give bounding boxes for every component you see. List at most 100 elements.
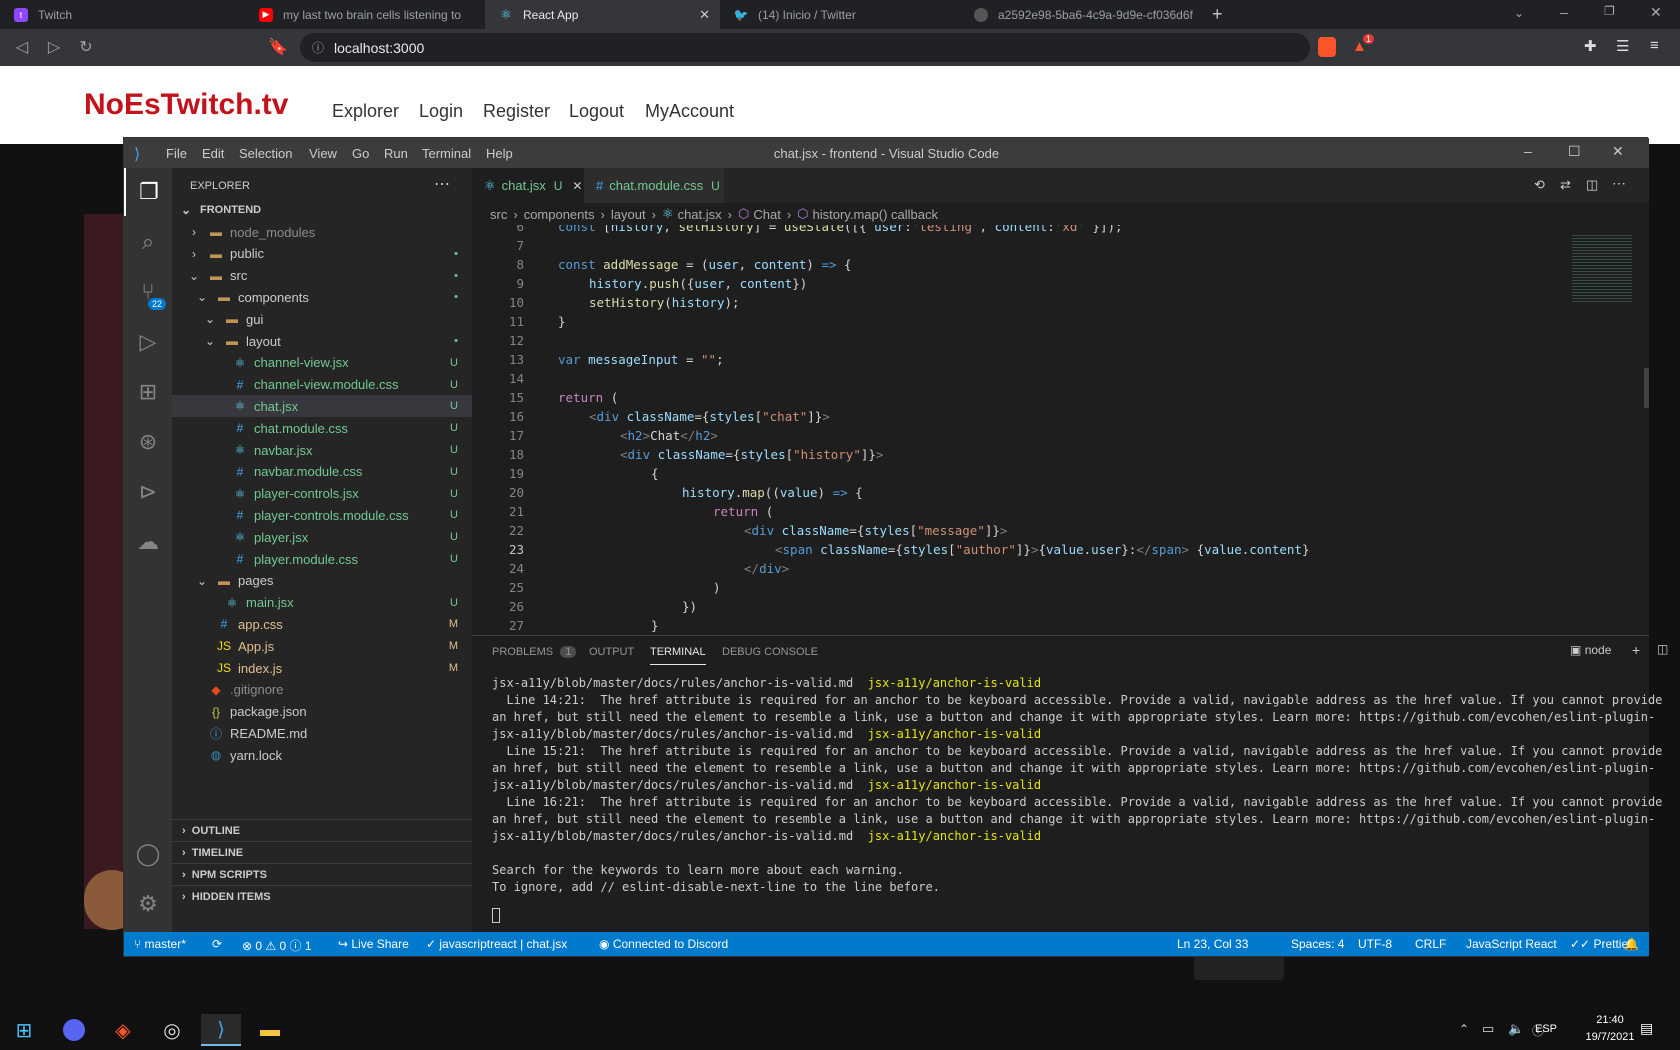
site-logo[interactable]: NoEsTwitch.tv bbox=[84, 88, 288, 122]
nav-explorer-link[interactable]: Explorer bbox=[332, 101, 399, 122]
prettier-status[interactable]: ✓✓ Prettier bbox=[1570, 937, 1632, 951]
file-item[interactable]: JS App.js M bbox=[172, 635, 472, 657]
vscode-taskbar-icon[interactable]: ⟩ bbox=[201, 1014, 241, 1046]
vscode-close-button[interactable]: ✕ bbox=[1612, 143, 1624, 160]
nav-login-link[interactable]: Login bbox=[419, 101, 463, 122]
folder-item[interactable]: ⌄ ▬ gui bbox=[172, 308, 472, 330]
notifications-bell-icon[interactable]: 🔔 bbox=[1624, 937, 1639, 951]
crumb[interactable]: layout bbox=[611, 207, 646, 222]
extensions-icon[interactable]: ⊞ bbox=[124, 368, 172, 416]
folder-item[interactable]: › ▬ node_modules bbox=[172, 221, 472, 243]
browser-tab[interactable]: a2592e98-5ba6-4c9a-9d9e-cf036d6f bbox=[960, 0, 1200, 29]
more-actions-icon[interactable]: ⋯ bbox=[434, 174, 450, 194]
sync-icon[interactable]: ⟳ bbox=[212, 937, 222, 951]
file-item[interactable]: ⚛ player-controls.jsx U bbox=[172, 483, 472, 505]
folder-item[interactable]: ⌄ ▬ components • bbox=[172, 286, 472, 308]
vscode-minimize-button[interactable]: – bbox=[1524, 143, 1532, 159]
browser-tab-active[interactable]: ⚛ React App ✕ bbox=[485, 0, 720, 29]
tab-search-icon[interactable]: ⌄ bbox=[1514, 6, 1524, 20]
language-mode[interactable]: JavaScript React bbox=[1466, 937, 1557, 951]
terminal-select[interactable]: ▣ node bbox=[1570, 643, 1611, 657]
nav-myaccount-link[interactable]: MyAccount bbox=[645, 101, 734, 122]
brave-browser-icon[interactable]: ◈ bbox=[103, 1014, 143, 1046]
notification-center-icon[interactable]: ▤ bbox=[1640, 1020, 1653, 1037]
nav-logout-link[interactable]: Logout bbox=[569, 101, 624, 122]
tab-debug-console[interactable]: DEBUG CONSOLE bbox=[722, 646, 818, 658]
file-item[interactable]: # channel-view.module.css U bbox=[172, 374, 472, 396]
linter-status[interactable]: ✓ javascriptreact | chat.jsx bbox=[426, 937, 567, 951]
crumb[interactable]: components bbox=[524, 207, 595, 222]
windows-start-icon[interactable]: ⊞ bbox=[4, 1014, 44, 1046]
crumb[interactable]: chat.jsx bbox=[678, 207, 722, 222]
nav-register-link[interactable]: Register bbox=[483, 101, 550, 122]
bookmark-icon[interactable]: 🔖 bbox=[268, 37, 288, 57]
eol-status[interactable]: CRLF bbox=[1415, 937, 1446, 951]
workspace-root[interactable]: ⌄ FRONTEND bbox=[172, 199, 472, 221]
minimize-button[interactable]: – bbox=[1560, 4, 1568, 20]
file-item[interactable]: ⚛ chat.jsx U bbox=[172, 395, 472, 418]
indentation-status[interactable]: Spaces: 4 bbox=[1291, 937, 1344, 951]
file-item[interactable]: ⓘ README.md bbox=[172, 722, 472, 744]
file-item[interactable]: ◍ yarn.lock bbox=[172, 744, 472, 766]
problems-status[interactable]: ⊗ 0 ⚠ 0 ⓘ 1 bbox=[242, 937, 312, 954]
crumb[interactable]: src bbox=[490, 207, 507, 222]
hidden-items-section[interactable]: › HIDDEN ITEMS bbox=[172, 885, 472, 907]
file-item[interactable]: # navbar.module.css U bbox=[172, 461, 472, 483]
extensions-icon[interactable]: ✚ bbox=[1584, 37, 1597, 55]
tab-chat-jsx[interactable]: ⚛ chat.jsx U ✕ bbox=[472, 168, 584, 203]
file-item[interactable]: {} package.json bbox=[172, 701, 472, 723]
volume-icon[interactable]: 🔈 bbox=[1508, 1021, 1524, 1037]
timeline-icon[interactable]: ⟲ bbox=[1534, 177, 1545, 193]
split-terminal-icon[interactable]: ◫ bbox=[1657, 642, 1668, 656]
tab-chat-module-css[interactable]: # chat.module.css U bbox=[584, 168, 724, 203]
file-item[interactable]: ◆ .gitignore bbox=[172, 679, 472, 701]
clock-date[interactable]: 19/7/2021 bbox=[1578, 1031, 1642, 1043]
url-input[interactable]: ⓘ localhost:3000 bbox=[300, 33, 1310, 62]
crumb[interactable]: history.map() callback bbox=[813, 207, 938, 222]
tray-chevron-icon[interactable]: ⌃ bbox=[1459, 1022, 1469, 1036]
tab-output[interactable]: OUTPUT bbox=[589, 646, 634, 658]
file-item[interactable]: JS index.js M bbox=[172, 657, 472, 679]
file-item[interactable]: ⚛ main.jsx U bbox=[172, 592, 472, 614]
back-icon[interactable]: ◁ bbox=[12, 37, 32, 57]
restore-button[interactable]: ❐ bbox=[1604, 4, 1615, 18]
run-debug-icon[interactable]: ▷ bbox=[124, 318, 172, 366]
browser-tab[interactable]: 🐦 (14) Inicio / Twitter bbox=[720, 0, 960, 29]
file-item[interactable]: ⚛ navbar.jsx U bbox=[172, 439, 472, 461]
new-tab-button[interactable]: + bbox=[1212, 4, 1223, 25]
explorer-icon[interactable]: ❐ bbox=[124, 168, 172, 216]
file-item[interactable]: ⚛ channel-view.jsx U bbox=[172, 352, 472, 374]
live-share-icon[interactable]: ⊳ bbox=[124, 468, 172, 516]
brave-shields-icon[interactable] bbox=[1318, 37, 1336, 57]
editor-more-icon[interactable]: ⋯ bbox=[1612, 175, 1626, 192]
search-icon[interactable]: ⌕ bbox=[124, 218, 172, 266]
encoding-status[interactable]: UTF-8 bbox=[1358, 937, 1392, 951]
forward-icon[interactable]: ▷ bbox=[44, 37, 64, 57]
file-item[interactable]: # app.css M bbox=[172, 613, 472, 635]
clock-time[interactable]: 21:40 bbox=[1582, 1014, 1638, 1026]
file-item[interactable]: # player.module.css U bbox=[172, 548, 472, 570]
compare-icon[interactable]: ⇄ bbox=[1560, 177, 1571, 193]
editor-scrollbar[interactable] bbox=[1644, 368, 1649, 408]
git-graph-icon[interactable]: ⊛ bbox=[124, 418, 172, 466]
folder-item[interactable]: ⌄ ▬ pages bbox=[172, 570, 472, 592]
tab-problems[interactable]: PROBLEMS 1 bbox=[492, 646, 577, 658]
new-terminal-icon[interactable]: + bbox=[1632, 642, 1640, 658]
browser-tab[interactable]: t Twitch bbox=[0, 0, 245, 29]
file-item[interactable]: ⚛ player.jsx U bbox=[172, 526, 472, 548]
close-tab-icon[interactable]: ✕ bbox=[572, 179, 582, 193]
source-control-icon[interactable]: ⑂ bbox=[124, 268, 172, 316]
language-indicator[interactable]: ESP bbox=[1535, 1023, 1557, 1035]
vscode-maximize-button[interactable]: ☐ bbox=[1568, 143, 1581, 160]
settings-gear-icon[interactable]: ⚙ bbox=[124, 880, 172, 928]
close-window-button[interactable]: ✕ bbox=[1650, 4, 1662, 21]
accounts-icon[interactable]: ◯ bbox=[124, 830, 172, 878]
reload-icon[interactable]: ↻ bbox=[76, 37, 96, 57]
outline-section[interactable]: › OUTLINE bbox=[172, 819, 472, 841]
menu-icon[interactable]: ≡ bbox=[1650, 37, 1659, 54]
reading-list-icon[interactable]: ☰ bbox=[1616, 37, 1629, 55]
split-editor-icon[interactable]: ◫ bbox=[1586, 177, 1598, 193]
network-icon[interactable]: ▭ bbox=[1482, 1021, 1494, 1037]
remote-explorer-icon[interactable]: ☁ bbox=[124, 518, 172, 566]
branch-status[interactable]: ⑂ master* bbox=[134, 937, 186, 951]
